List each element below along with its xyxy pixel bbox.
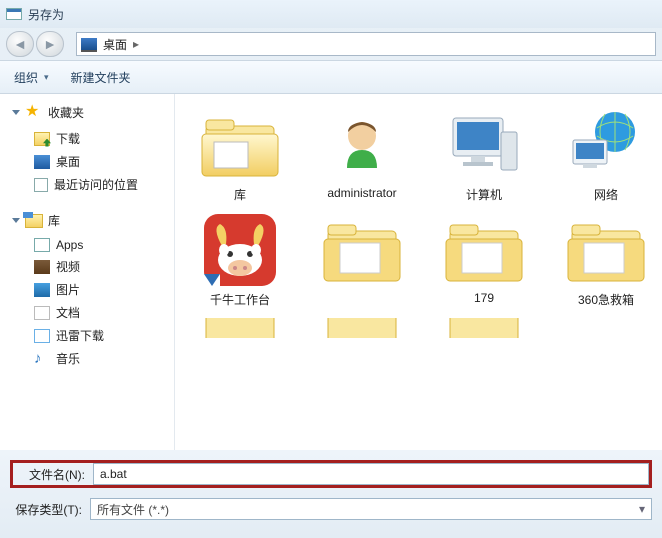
favorites-header[interactable]: ★ 收藏夹 (6, 104, 168, 121)
filetype-label: 保存类型(T): (10, 501, 90, 518)
new-folder-button[interactable]: 新建文件夹 (71, 69, 131, 86)
xunlei-icon (34, 329, 50, 343)
sidebar-item-apps[interactable]: Apps (6, 235, 168, 255)
downloads-icon (34, 132, 50, 146)
documents-label: 文档 (56, 304, 80, 321)
desktop-icon (81, 38, 97, 50)
sidebar-item-desktop[interactable]: 桌面 (6, 150, 168, 173)
computer-icon (439, 108, 529, 182)
star-icon: ★ (25, 105, 43, 121)
filename-input[interactable] (93, 463, 649, 485)
organize-button[interactable]: 组织 (14, 69, 49, 86)
qianniu-icon (195, 213, 285, 287)
desktop-icon (34, 155, 50, 169)
filename-row: 文件名(N): (10, 460, 652, 488)
libraries-group: 库 Apps 视频 图片 文档 (6, 212, 168, 370)
user-icon (317, 108, 407, 182)
sidebar-item-music[interactable]: ♪ 音乐 (6, 347, 168, 370)
icon-grid: 库 administrator (185, 108, 652, 338)
libraries-header[interactable]: 库 (6, 212, 168, 229)
breadcrumb-separator: ▸ (133, 37, 139, 51)
pictures-label: 图片 (56, 281, 80, 298)
nav-buttons: ◄ ► (6, 31, 68, 57)
caret-icon (12, 218, 20, 223)
filetype-row: 保存类型(T): 所有文件 (*.*) (10, 498, 652, 520)
sidebar-item-xunlei[interactable]: 迅雷下载 (6, 324, 168, 347)
nav-row: ◄ ► 桌面 ▸ (0, 28, 662, 60)
item-libraries[interactable]: 库 (185, 108, 295, 203)
sidebar: ★ 收藏夹 下载 桌面 最近访问的位置 (0, 94, 175, 450)
item-partial2[interactable] (307, 318, 417, 338)
address-bar[interactable]: 桌面 ▸ (76, 32, 656, 56)
sidebar-item-pictures[interactable]: 图片 (6, 278, 168, 301)
xunlei-label: 迅雷下载 (56, 327, 104, 344)
file-pane[interactable]: 库 administrator (175, 94, 662, 450)
item-partial3[interactable] (429, 318, 539, 338)
filename-label: 文件名(N): (13, 466, 93, 483)
item-label: 179 (474, 291, 494, 305)
toolbar: 组织 新建文件夹 (0, 60, 662, 94)
network-icon (561, 108, 651, 182)
window-title: 另存为 (28, 6, 64, 23)
folder-icon (317, 213, 407, 287)
back-button[interactable]: ◄ (6, 31, 34, 57)
filetype-combo[interactable]: 所有文件 (*.*) (90, 498, 652, 520)
window-icon (6, 8, 22, 20)
video-icon (34, 260, 50, 274)
folder-icon (561, 213, 651, 287)
folder-icon (439, 213, 529, 287)
item-computer[interactable]: 计算机 (429, 108, 539, 203)
videos-label: 视频 (56, 258, 80, 275)
body: ★ 收藏夹 下载 桌面 最近访问的位置 (0, 94, 662, 450)
apps-icon (34, 238, 50, 252)
libraries-label: 库 (48, 212, 60, 229)
item-administrator[interactable]: administrator (307, 108, 417, 203)
breadcrumb-location: 桌面 (103, 36, 127, 53)
folder-icon (317, 318, 407, 338)
sidebar-item-videos[interactable]: 视频 (6, 255, 168, 278)
item-label: 计算机 (466, 186, 502, 203)
item-360[interactable]: 360急救箱 (551, 213, 661, 308)
music-icon: ♪ (34, 352, 50, 366)
item-label: 千牛工作台 (210, 291, 270, 308)
recent-icon (34, 178, 48, 192)
item-label: 网络 (594, 186, 618, 203)
sidebar-item-recent[interactable]: 最近访问的位置 (6, 173, 168, 196)
folder-icon (195, 318, 285, 338)
item-label: 库 (234, 186, 246, 203)
library-icon (25, 214, 43, 228)
item-network[interactable]: 网络 (551, 108, 661, 203)
footer: 文件名(N): 保存类型(T): 所有文件 (*.*) (0, 450, 662, 538)
music-label: 音乐 (56, 350, 80, 367)
recent-label: 最近访问的位置 (54, 176, 138, 193)
libraries-folder-icon (195, 108, 285, 182)
favorites-label: 收藏夹 (48, 104, 84, 121)
title-bar: 另存为 (0, 0, 662, 28)
item-179[interactable]: 179 (429, 213, 539, 308)
sidebar-item-downloads[interactable]: 下载 (6, 127, 168, 150)
folder-icon (439, 318, 529, 338)
documents-icon (34, 306, 50, 320)
filetype-value: 所有文件 (*.*) (97, 501, 169, 518)
item-qianniu[interactable]: 千牛工作台 (185, 213, 295, 308)
favorites-group: ★ 收藏夹 下载 桌面 最近访问的位置 (6, 104, 168, 196)
downloads-label: 下载 (56, 130, 80, 147)
pictures-icon (34, 283, 50, 297)
item-label: 360急救箱 (578, 291, 634, 308)
item-partial1[interactable] (185, 318, 295, 338)
save-as-dialog: 另存为 ◄ ► 桌面 ▸ 组织 新建文件夹 ★ 收藏夹 (0, 0, 662, 538)
apps-label: Apps (56, 238, 83, 252)
caret-icon (12, 110, 20, 115)
desktop-label: 桌面 (56, 153, 80, 170)
forward-button[interactable]: ► (36, 31, 64, 57)
item-blank1[interactable] (307, 213, 417, 308)
item-label: administrator (327, 186, 396, 200)
sidebar-item-documents[interactable]: 文档 (6, 301, 168, 324)
